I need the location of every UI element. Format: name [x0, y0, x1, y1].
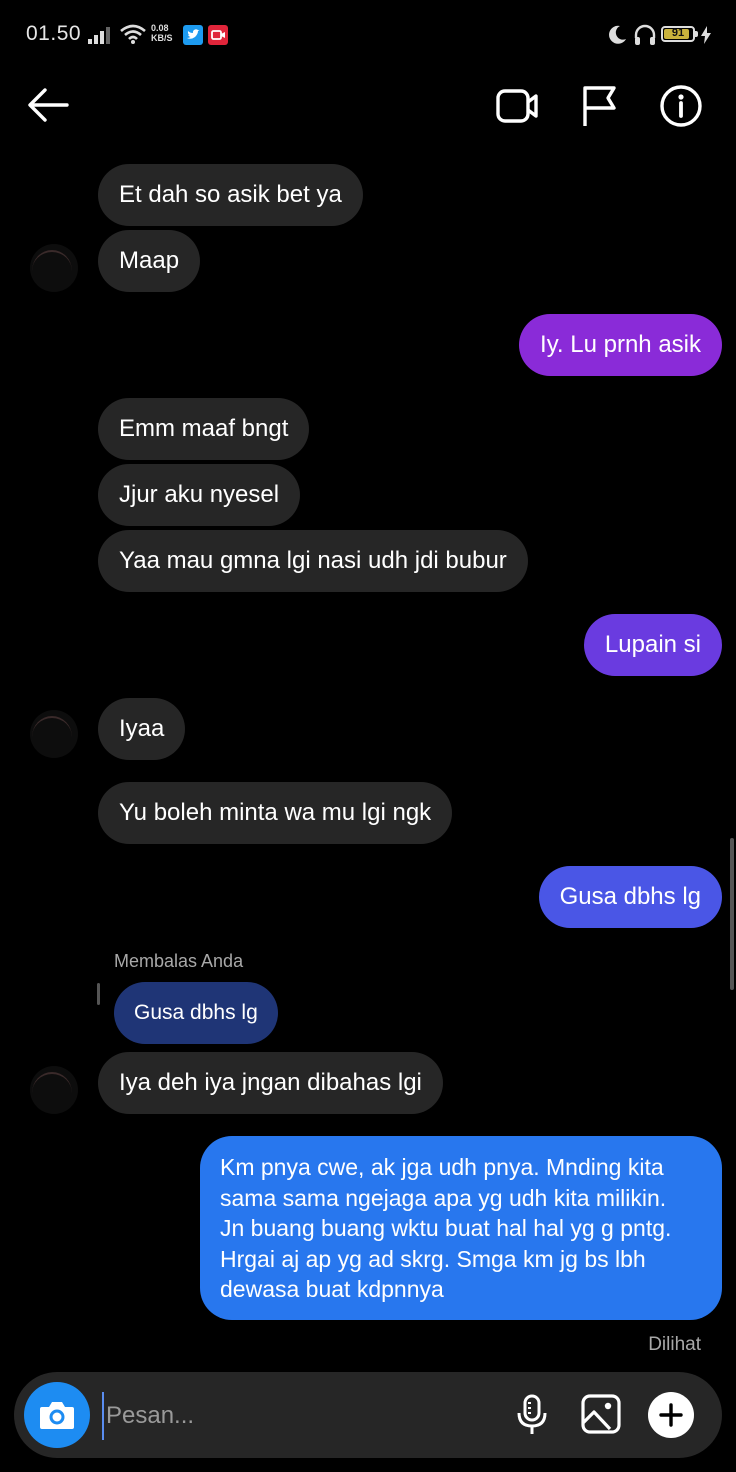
report-button[interactable]: [576, 82, 622, 130]
quoted-message[interactable]: Gusa dbhs lg: [114, 982, 278, 1044]
more-actions-button[interactable]: [648, 1392, 694, 1438]
info-icon: [660, 85, 702, 127]
avatar[interactable]: [30, 1066, 78, 1114]
incoming-message[interactable]: Maap: [98, 230, 201, 292]
message-line: Hrgai aj ap yg ad skrg. Smga km jg bs lb…: [220, 1245, 646, 1272]
message-line: dewasa buat kdpnnya: [220, 1276, 444, 1302]
scrollbar[interactable]: [730, 838, 734, 990]
status-bar: 01.50 0.08 KB/S 91: [0, 0, 736, 70]
video-camera-icon: [496, 89, 538, 123]
outgoing-message[interactable]: Iy. Lu prnh asik: [519, 314, 722, 376]
reply-label: Membalas Anda: [114, 951, 244, 971]
image-icon: [581, 1394, 621, 1434]
incoming-message[interactable]: Jjur aku nyesel: [98, 464, 301, 526]
camera-button[interactable]: [24, 1382, 90, 1448]
twitter-notification-icon: [183, 25, 203, 45]
moon-icon: [609, 25, 626, 44]
status-time: 01.50: [26, 22, 82, 45]
wifi-icon: [120, 24, 146, 44]
outgoing-message[interactable]: Km pnya cwe, ak jga udh pnya. Mnding kit…: [200, 1136, 722, 1320]
gallery-button[interactable]: [580, 1393, 622, 1440]
outgoing-message[interactable]: Lupain si: [583, 614, 722, 676]
flag-icon: [583, 86, 616, 126]
incoming-message[interactable]: Iyaa: [98, 698, 186, 760]
outgoing-message[interactable]: Gusa dbhs lg: [538, 866, 722, 928]
reply-indicator: [97, 983, 100, 1005]
arrow-left-icon: [28, 88, 69, 122]
charging-icon: [701, 26, 711, 44]
plus-icon: [659, 1403, 683, 1427]
message-line: Jn buang buang wktu buat hal hal yg g pn…: [220, 1215, 672, 1241]
battery-icon: 91: [661, 26, 695, 42]
message-input[interactable]: [102, 1392, 498, 1440]
incoming-message[interactable]: Et dah so asik bet ya: [98, 164, 363, 226]
avatar[interactable]: [30, 244, 78, 292]
incoming-message[interactable]: Iya deh iya jngan dibahas lgi: [98, 1052, 443, 1114]
avatar[interactable]: [30, 710, 78, 758]
incoming-message[interactable]: Yu boleh minta wa mu lgi ngk: [98, 782, 453, 844]
video-call-button[interactable]: [492, 84, 542, 128]
message-line: sama sama ngejaga apa yg udh kita miliki…: [220, 1184, 667, 1211]
message-composer: [14, 1372, 722, 1458]
message-line: Km pnya cwe, ak jga udh pnya. Mnding kit…: [220, 1154, 664, 1180]
incoming-message[interactable]: Emm maaf bngt: [98, 398, 310, 460]
headphones-icon: [634, 24, 656, 45]
info-button[interactable]: [656, 82, 706, 130]
signal-icon: [88, 26, 110, 44]
video-notification-icon: [208, 25, 228, 45]
network-speed: 0.08 KB/S: [151, 23, 173, 43]
voice-message-button[interactable]: [514, 1393, 550, 1442]
camera-icon: [40, 1402, 74, 1429]
incoming-message[interactable]: Yaa mau gmna lgi nasi udh jdi bubur: [98, 530, 528, 592]
microphone-icon: [517, 1394, 547, 1434]
seen-status: Dilihat: [648, 1334, 701, 1355]
back-button[interactable]: [22, 82, 74, 128]
